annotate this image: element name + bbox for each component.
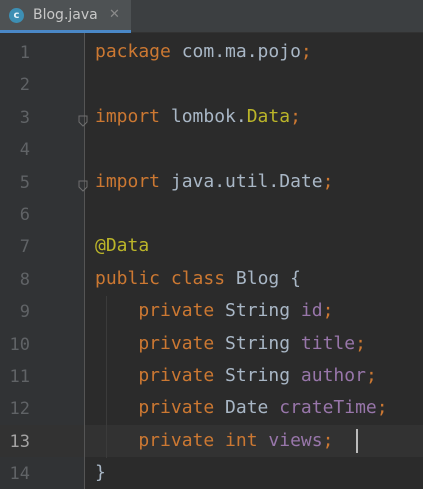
code-token: public class (95, 267, 236, 289)
code-line-8[interactable]: public class Blog { (95, 268, 301, 290)
fold-marker-icon[interactable] (78, 177, 88, 192)
line-number-6[interactable]: 6 (0, 205, 30, 225)
code-token: Data (246, 105, 291, 127)
code-token: lombok. (170, 105, 247, 127)
code-token: @Data (95, 235, 150, 257)
code-line-1[interactable]: package com.ma.pojo; (95, 41, 312, 63)
code-line-3[interactable]: import lombok.Data; (95, 106, 301, 128)
code-token: ; (300, 41, 312, 62)
line-number-12[interactable]: 12 (0, 399, 30, 419)
text-caret (356, 429, 358, 453)
code-token: private (95, 429, 226, 451)
line-number-14[interactable]: 14 (0, 464, 30, 484)
tab-label: Blog.java (33, 7, 98, 23)
line-number-11[interactable]: 11 (0, 367, 30, 387)
indent-guide (106, 296, 107, 459)
code-line-13[interactable]: private int views; (95, 430, 333, 452)
line-number-5[interactable]: 5 (0, 173, 30, 193)
c-class-icon: c (9, 8, 24, 23)
code-token: Date (225, 397, 280, 419)
code-line-7[interactable]: @Data (95, 235, 149, 257)
code-token: id (300, 300, 323, 322)
code-token: String (225, 300, 301, 322)
fold-marker-icon[interactable] (78, 112, 88, 127)
code-token: ; (290, 105, 301, 127)
line-number-3[interactable]: 3 (0, 108, 30, 128)
editor-tab-bar: c Blog.java ✕ (0, 0, 423, 33)
close-icon[interactable]: ✕ (109, 7, 120, 23)
line-number-13[interactable]: 13 (0, 432, 30, 452)
line-number-gutter[interactable] (0, 33, 84, 489)
code-token: import (95, 170, 171, 192)
line-number-8[interactable]: 8 (0, 270, 30, 290)
line-number-7[interactable]: 7 (0, 237, 30, 257)
code-token: import (95, 105, 171, 127)
code-line-9[interactable]: private String id; (95, 300, 333, 322)
code-token: views (268, 429, 323, 451)
code-token: crateTime (279, 397, 377, 419)
line-number-9[interactable]: 9 (0, 302, 30, 322)
code-line-12[interactable]: private Date crateTime; (95, 397, 388, 419)
code-token: int (225, 429, 269, 451)
code-token: title (300, 332, 356, 354)
line-number-1[interactable]: 1 (0, 43, 30, 63)
line-number-10[interactable]: 10 (0, 335, 30, 355)
line-number-2[interactable]: 2 (0, 75, 30, 95)
tab-blog-java[interactable]: c Blog.java ✕ (0, 0, 131, 33)
code-token: ; (322, 300, 334, 322)
code-token: private (95, 397, 226, 419)
code-token: } (95, 462, 106, 484)
code-token: ; (365, 365, 377, 386)
code-token: private (95, 300, 226, 322)
code-token: package (95, 41, 182, 62)
line-number-4[interactable]: 4 (0, 140, 30, 160)
code-token: java.util.Date (170, 170, 323, 192)
code-token: ; (322, 429, 334, 451)
code-line-11[interactable]: private String author; (95, 365, 377, 387)
code-line-5[interactable]: import java.util.Date; (95, 171, 333, 193)
code-token: ; (355, 332, 366, 354)
code-token: String (225, 365, 301, 386)
code-token: private (95, 365, 226, 386)
code-token: Blog { (235, 267, 301, 289)
code-editor[interactable] (85, 33, 423, 489)
code-token: private (95, 332, 226, 354)
code-token: ; (376, 397, 388, 419)
code-line-14[interactable]: } (95, 462, 106, 484)
code-token: ; (322, 170, 334, 192)
code-line-10[interactable]: private String title; (95, 333, 366, 355)
code-token: String (225, 332, 301, 354)
code-token: com.ma.pojo (181, 41, 301, 62)
code-token: author (300, 365, 366, 386)
